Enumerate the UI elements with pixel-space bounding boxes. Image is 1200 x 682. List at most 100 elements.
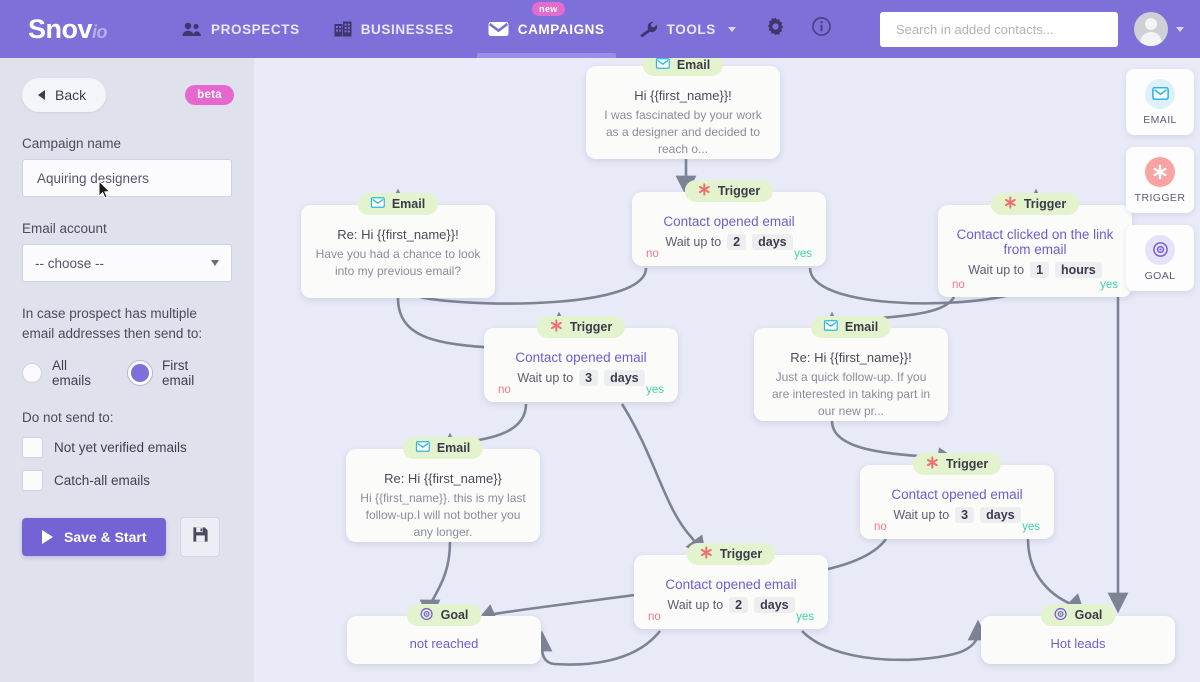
save-and-start-button[interactable]: Save & Start [22, 518, 167, 556]
flow-node-email-3[interactable]: Email Re: Hi {{first_name}}! Just a quic… [754, 316, 948, 421]
palette-item-goal[interactable]: GOAL [1126, 225, 1194, 291]
nav-item-tools[interactable]: TOOLS [622, 0, 753, 58]
info-icon [812, 17, 832, 41]
app-root: Snovio PROSPECTS BUSINESSES new CAMPAIGN… [0, 0, 1200, 682]
branch-no: no [498, 384, 511, 396]
search-input[interactable] [894, 20, 1104, 38]
do-not-send-label: Do not send to: [22, 410, 114, 425]
user-menu[interactable] [1134, 12, 1184, 46]
envelope-icon [415, 441, 430, 455]
branch-yes: yes [796, 611, 814, 623]
node-chip-email: Email [810, 316, 892, 338]
node-title: Contact clicked on the link from email [956, 227, 1114, 257]
people-icon [182, 22, 202, 37]
node-chip-trigger: Trigger [536, 316, 626, 338]
node-title: Re: Hi {{first_name}}! [790, 350, 912, 365]
search-box[interactable] [880, 11, 1118, 47]
campaign-name-field[interactable] [22, 159, 232, 197]
nav-label-tools: TOOLS [666, 21, 716, 37]
flow-node-trigger-5[interactable]: Trigger Contact opened email Wait up to … [634, 543, 828, 629]
save-draft-button[interactable] [180, 517, 221, 557]
flow-node-goal-2[interactable]: Goal Hot leads [981, 604, 1175, 664]
flow-node-email-2[interactable]: Email Re: Hi {{first_name}}! Have you ha… [301, 193, 495, 298]
node-title: Contact opened email [515, 350, 647, 365]
logo-suffix: io [92, 21, 108, 42]
campaign-name-input[interactable] [35, 169, 219, 187]
beta-badge: beta [185, 85, 234, 105]
node-chip-label: Trigger [719, 547, 763, 561]
wait-prefix: Wait up to [667, 598, 724, 612]
email-account-select[interactable]: -- choose -- [22, 244, 232, 282]
arrow-left-icon [38, 90, 45, 100]
flow-node-trigger-3[interactable]: Trigger Contact opened email Wait up to … [484, 316, 678, 402]
branch-labels: no yes [860, 521, 1054, 533]
logo-text: Snov [28, 13, 93, 44]
sidebar-actions: Save & Start [0, 517, 254, 557]
multiple-emails-note: In case prospect has multiple email addr… [22, 306, 203, 341]
wait-row: Wait up to 1 hours [952, 262, 1118, 278]
asterisk-icon [698, 183, 711, 199]
radio-label-all-emails: All emails [52, 358, 92, 388]
campaign-flow-canvas[interactable]: Email Hi {{first_name}}! I was fascinate… [254, 58, 1200, 682]
checkbox-not-yet-verified-emails[interactable] [22, 437, 43, 458]
node-chip-label: Trigger [1023, 197, 1067, 211]
asterisk-icon [1004, 196, 1017, 212]
flow-node-trigger-4[interactable]: Trigger Contact opened email Wait up to … [860, 453, 1054, 539]
node-chip-label: Goal [1074, 608, 1103, 622]
node-body: Re: Hi {{first_name}}! Just a quick foll… [754, 328, 948, 434]
node-chip-trigger: Trigger [912, 453, 1002, 475]
nav-label-prospects: PROSPECTS [211, 21, 300, 37]
new-badge: new [532, 2, 565, 16]
branch-yes: yes [794, 248, 812, 260]
node-chip-email: Email [402, 437, 484, 459]
branch-yes: yes [1022, 521, 1040, 533]
palette-label-trigger: TRIGGER [1134, 191, 1186, 204]
radio-all-emails[interactable] [22, 363, 42, 383]
floppy-disk-icon [192, 526, 209, 548]
flow-node-trigger-1[interactable]: Trigger Contact opened email Wait up to … [632, 180, 826, 266]
node-title: Contact opened email [891, 487, 1023, 502]
wait-prefix: Wait up to [517, 371, 574, 385]
gear-icon [766, 17, 785, 41]
back-button[interactable]: Back [22, 78, 107, 112]
nav-item-businesses[interactable]: BUSINESSES [317, 0, 471, 58]
radio-first-email[interactable] [127, 361, 152, 385]
asterisk-icon [1145, 156, 1175, 187]
branch-no: no [874, 521, 887, 533]
palette-item-email[interactable]: EMAIL [1126, 69, 1194, 135]
chevron-down-icon [1176, 26, 1184, 32]
flow-node-goal-1[interactable]: Goal not reached [347, 604, 541, 664]
mouse-cursor [98, 180, 111, 199]
envelope-icon [370, 197, 385, 211]
branch-labels: no yes [632, 248, 826, 260]
palette-item-trigger[interactable]: TRIGGER [1126, 147, 1194, 213]
node-subtitle: I was fascinated by your work as a desig… [604, 108, 762, 156]
envelope-icon [1145, 78, 1175, 109]
node-chip-goal: Goal [406, 604, 482, 626]
node-title: Contact opened email [665, 577, 797, 592]
flow-node-email-1[interactable]: Email Hi {{first_name}}! I was fascinate… [586, 58, 780, 159]
checkbox-catch-all-emails[interactable] [22, 470, 43, 491]
nav-item-prospects[interactable]: PROSPECTS [165, 0, 317, 58]
node-title: Hi {{first_name}}! [634, 88, 732, 103]
email-account-value: -- choose -- [35, 255, 105, 271]
node-chip-label: Email [676, 58, 711, 72]
info-button[interactable] [799, 0, 845, 58]
campaign-name-label: Campaign name [22, 136, 122, 151]
play-icon [42, 530, 53, 544]
back-label: Back [55, 87, 87, 103]
node-chip-label: Trigger [945, 457, 989, 471]
avatar [1134, 12, 1168, 46]
node-chip-goal: Goal [1040, 604, 1116, 626]
node-chip-label: Email [391, 197, 426, 211]
flow-node-trigger-2[interactable]: Trigger Contact clicked on the link from… [938, 193, 1132, 297]
flow-node-email-4[interactable]: Email Re: Hi {{first_name}} Hi {{first_n… [346, 437, 540, 542]
sidebar-header: Back beta [0, 58, 254, 112]
settings-button[interactable] [753, 0, 799, 58]
nav-item-campaigns[interactable]: new CAMPAIGNS [471, 0, 622, 58]
node-palette: EMAIL TRIGGER GOAL [1126, 69, 1194, 303]
app-logo[interactable]: Snovio [28, 13, 108, 44]
checkbox-label-not-yet-verified-emails: Not yet verified emails [54, 440, 187, 455]
node-body: Re: Hi {{first_name}}! Have you had a ch… [301, 205, 495, 294]
envelope-icon [823, 320, 838, 334]
